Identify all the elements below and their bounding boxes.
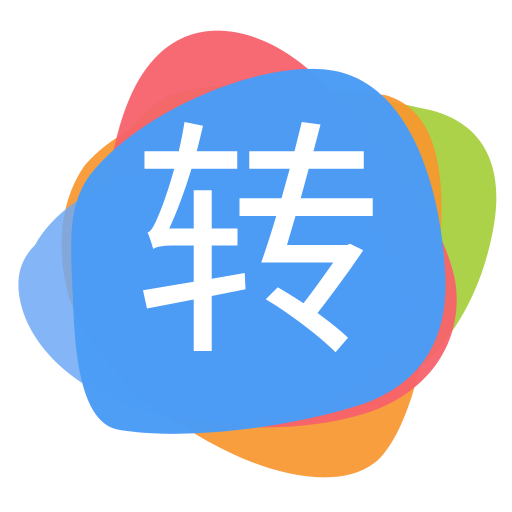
app-icon[interactable]: 转 — [0, 0, 512, 512]
zhuan-character: 转 — [133, 100, 383, 391]
